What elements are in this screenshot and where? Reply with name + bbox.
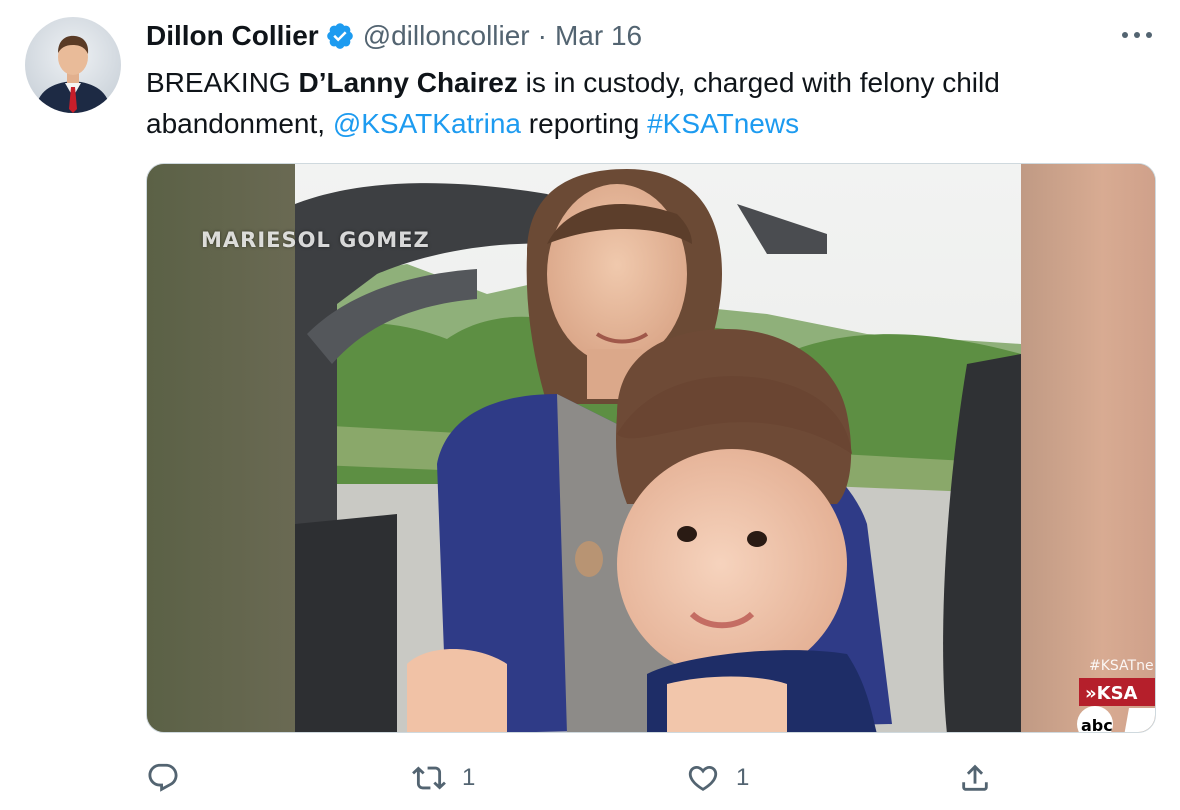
share-button[interactable] (958, 758, 992, 798)
mention-link[interactable]: @KSATKatrina (333, 108, 521, 139)
text-bold-name: D’Lanny Chairez (298, 67, 518, 98)
author-name[interactable]: Dillon Collier (146, 20, 319, 52)
tweet[interactable]: Dillon Collier @dilloncollier · Mar 16 B… (0, 0, 1180, 810)
tweet-date[interactable]: Mar 16 (555, 20, 642, 52)
like-button[interactable]: 1 (686, 758, 749, 798)
tweet-media-video[interactable]: MARIESOL GOMEZ #KSATne »KSA abc (146, 163, 1156, 733)
verified-badge-icon (325, 21, 355, 51)
like-count: 1 (736, 764, 750, 791)
retweet-button[interactable]: 1 (412, 758, 475, 798)
station-logo-text: »KSA (1085, 683, 1138, 704)
hashtag-link[interactable]: #KSATnews (647, 108, 799, 139)
network-logo-text: abc (1081, 716, 1113, 733)
retweet-count: 1 (462, 764, 476, 791)
text-part-1: BREAKING (146, 67, 299, 98)
tweet-header: Dillon Collier @dilloncollier · Mar 16 (146, 18, 642, 54)
video-watermark: MARIESOL GOMEZ (201, 228, 430, 252)
text-part-3: reporting (521, 108, 648, 139)
station-logo-icon: »KSA abc (1069, 676, 1155, 733)
reply-icon (148, 763, 178, 792)
more-dots-icon[interactable] (1120, 22, 1154, 48)
tweet-actions: 1 1 (146, 758, 1156, 798)
share-icon (962, 764, 988, 791)
heart-icon (688, 765, 718, 791)
tweet-text: BREAKING D’Lanny Chairez is in custody, … (146, 62, 1126, 144)
news-hashtag-overlay: #KSATne (1089, 658, 1154, 674)
retweet-icon (412, 766, 446, 790)
reply-button[interactable] (146, 758, 196, 798)
avatar[interactable] (25, 17, 121, 113)
author-handle[interactable]: @dilloncollier (363, 20, 530, 52)
separator-dot: · (537, 20, 547, 51)
